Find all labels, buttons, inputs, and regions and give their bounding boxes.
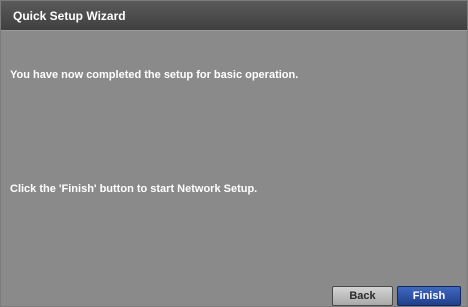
back-button[interactable]: Back bbox=[332, 286, 393, 306]
dialog-body: You have now completed the setup for bas… bbox=[1, 31, 467, 306]
quick-setup-wizard-dialog: Quick Setup Wizard You have now complete… bbox=[0, 0, 468, 307]
finish-button[interactable]: Finish bbox=[397, 286, 461, 306]
completion-message: You have now completed the setup for bas… bbox=[10, 69, 299, 81]
dialog-title: Quick Setup Wizard bbox=[13, 9, 126, 23]
dialog-titlebar: Quick Setup Wizard bbox=[1, 1, 467, 31]
finish-instruction-message: Click the 'Finish' button to start Netwo… bbox=[10, 183, 258, 195]
